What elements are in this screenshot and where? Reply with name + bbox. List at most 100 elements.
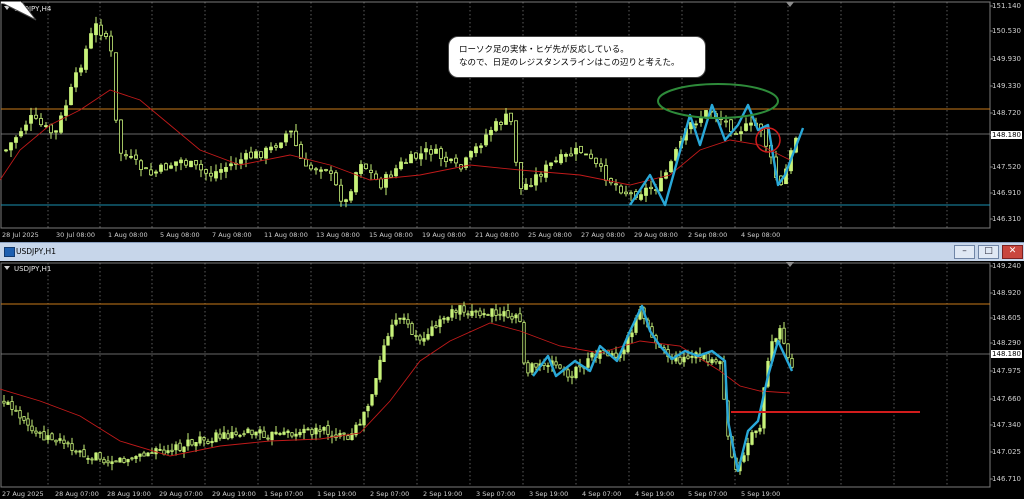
candle-body bbox=[374, 378, 378, 395]
candle-body bbox=[299, 144, 303, 159]
candle-body bbox=[274, 145, 278, 148]
price-tick-label: 147.520 bbox=[992, 163, 1021, 171]
candle-body bbox=[174, 444, 178, 451]
candle-body bbox=[564, 154, 568, 157]
candle-body bbox=[474, 146, 478, 154]
candle-body bbox=[230, 432, 234, 439]
candle-body bbox=[189, 160, 193, 168]
candle-body bbox=[422, 338, 426, 342]
candle-body bbox=[130, 457, 134, 460]
candle-body bbox=[218, 433, 222, 439]
candle-body bbox=[250, 429, 254, 436]
candle-body bbox=[210, 441, 214, 444]
candle-body bbox=[214, 171, 218, 179]
chart-pane-h1[interactable]: USDJPY,H1 149.240 148.920 148.605 148.290 14… bbox=[0, 261, 1024, 499]
h1-chart-canvas[interactable] bbox=[0, 261, 1024, 499]
candle-body bbox=[324, 169, 328, 171]
candle-body bbox=[450, 309, 454, 318]
candle-body bbox=[462, 305, 466, 313]
candle-body bbox=[258, 429, 262, 434]
candle-body bbox=[182, 446, 186, 452]
dropdown-arrow-icon[interactable] bbox=[4, 266, 10, 270]
candle-body bbox=[19, 131, 23, 137]
candle-body bbox=[690, 356, 694, 358]
candle-body bbox=[222, 432, 226, 439]
candle-body bbox=[289, 130, 293, 133]
window-title-bar[interactable]: USDJPY,H1 – □ ✕ bbox=[0, 242, 1024, 262]
candle-body bbox=[406, 319, 410, 325]
candle-body bbox=[118, 457, 122, 463]
candle-body bbox=[264, 147, 268, 159]
candle-body bbox=[409, 154, 413, 164]
candle-body bbox=[444, 156, 448, 163]
candle-body bbox=[106, 460, 110, 464]
candle-body bbox=[134, 154, 138, 160]
candle-body bbox=[294, 130, 298, 146]
current-price-label: 148.180 bbox=[991, 350, 1022, 358]
maximize-button[interactable]: □ bbox=[978, 245, 999, 259]
candle-body bbox=[554, 361, 558, 366]
price-tick-label: 151.140 bbox=[992, 2, 1021, 10]
candle-body bbox=[750, 432, 754, 445]
candle-body bbox=[434, 148, 438, 154]
candle-body bbox=[470, 310, 474, 316]
candle-body bbox=[349, 191, 353, 201]
candle-body bbox=[9, 142, 13, 151]
candle-body bbox=[494, 309, 498, 316]
candle-body bbox=[86, 458, 90, 460]
candle-body bbox=[489, 130, 493, 136]
candle-body bbox=[110, 461, 114, 464]
candle-body bbox=[514, 314, 518, 319]
candle-body bbox=[344, 199, 348, 202]
shift-marker-icon[interactable] bbox=[786, 2, 794, 7]
candle-body bbox=[286, 430, 290, 434]
minimize-button[interactable]: – bbox=[954, 245, 975, 259]
candle-body bbox=[614, 183, 618, 186]
candle-body bbox=[194, 442, 198, 447]
candle-body bbox=[94, 452, 98, 461]
candle-body bbox=[729, 119, 733, 132]
time-tick-label: 19 Aug 08:00 bbox=[422, 231, 466, 239]
time-tick-label: 5 Sep 07:00 bbox=[688, 490, 728, 498]
candle-body bbox=[734, 133, 738, 135]
candle-body bbox=[239, 159, 243, 164]
candle-body bbox=[42, 431, 46, 441]
candle-body bbox=[390, 324, 394, 337]
candle-body bbox=[754, 430, 758, 434]
price-tick-label: 146.710 bbox=[992, 475, 1021, 483]
candle-body bbox=[764, 128, 768, 147]
chart-pane-h4[interactable]: USDJPY,H4 151.140 150.530 149.930 149.330 14… bbox=[0, 0, 1024, 242]
candle-body bbox=[524, 183, 528, 190]
close-button[interactable]: ✕ bbox=[1002, 245, 1023, 259]
candle-body bbox=[334, 172, 338, 186]
shift-marker-icon[interactable] bbox=[786, 262, 794, 267]
price-tick-label: 148.605 bbox=[992, 314, 1021, 322]
candle-body bbox=[366, 405, 370, 412]
candle-body bbox=[98, 452, 102, 460]
candle-body bbox=[404, 162, 408, 164]
candle-body bbox=[126, 459, 130, 463]
candle-body bbox=[114, 460, 118, 463]
window-title: USDJPY,H1 bbox=[16, 247, 56, 256]
candle-body bbox=[89, 33, 93, 49]
candle-body bbox=[70, 443, 74, 451]
candle-body bbox=[424, 148, 428, 153]
time-tick-label: 5 Aug 08:00 bbox=[160, 231, 200, 239]
candle-body bbox=[4, 149, 8, 152]
candle-body bbox=[586, 358, 590, 368]
candle-body bbox=[384, 174, 388, 188]
candle-body bbox=[150, 452, 154, 455]
candle-body bbox=[449, 158, 453, 162]
moving-average-line bbox=[0, 322, 791, 457]
candle-body bbox=[466, 313, 470, 316]
candle-body bbox=[530, 363, 534, 373]
candle-body bbox=[224, 167, 228, 172]
candle-body bbox=[314, 427, 318, 435]
candle-body bbox=[59, 115, 63, 133]
candle-body bbox=[458, 305, 462, 315]
candle-body bbox=[158, 449, 162, 451]
candle-body bbox=[149, 169, 153, 176]
time-tick-label: 2 Sep 08:00 bbox=[688, 231, 728, 239]
candle-body bbox=[659, 178, 663, 192]
candle-body bbox=[558, 364, 562, 369]
